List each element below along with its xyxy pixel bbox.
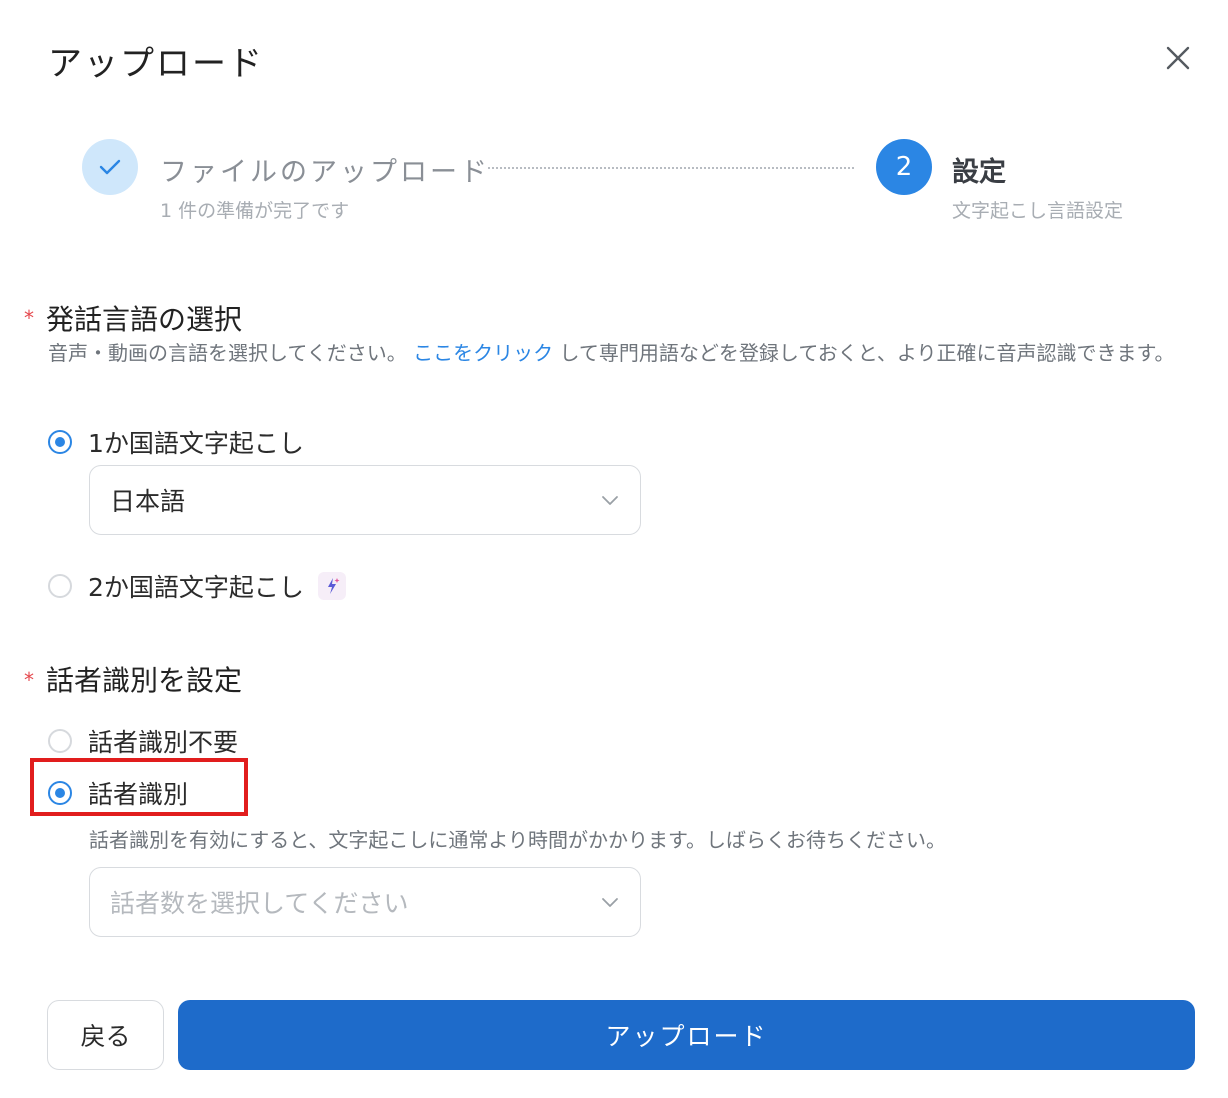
language-section-title: 発話言語の選択 bbox=[46, 303, 243, 336]
upload-button[interactable]: アップロード bbox=[178, 1000, 1195, 1070]
check-icon bbox=[99, 159, 121, 175]
language-select-value: 日本語 bbox=[110, 487, 186, 516]
back-button[interactable]: 戻る bbox=[47, 1000, 164, 1070]
step2-indicator: 2 bbox=[876, 139, 932, 195]
speaker-count-select[interactable]: 話者数を選択してください bbox=[89, 867, 641, 937]
step1-indicator bbox=[82, 139, 138, 195]
step1-title: ファイルのアップロード bbox=[160, 157, 490, 188]
register-terms-link[interactable]: ここをクリック bbox=[413, 341, 553, 365]
radio-single-language[interactable]: 1か国語文字起こし bbox=[48, 424, 304, 460]
chevron-down-icon bbox=[602, 496, 618, 505]
close-button[interactable] bbox=[1160, 40, 1196, 76]
chevron-down-icon bbox=[602, 898, 618, 907]
speaker-count-placeholder: 話者数を選択してください bbox=[110, 889, 409, 918]
step2-title: 設定 bbox=[952, 157, 1006, 188]
step1-subtitle: 1 件の準備が完了です bbox=[160, 200, 350, 222]
speaker-id-hint: 話者識別を有効にすると、文字起こしに通常より時間がかかります。しばらくお待ちくだ… bbox=[89, 828, 946, 852]
radio-button[interactable] bbox=[48, 430, 72, 454]
required-mark: * bbox=[24, 306, 34, 330]
language-select[interactable]: 日本語 bbox=[89, 465, 641, 535]
required-mark: * bbox=[24, 668, 34, 692]
description-text-after: して専門用語などを登録しておくと、より正確に音声認識できます。 bbox=[559, 341, 1175, 365]
radio-label: 2か国語文字起こし bbox=[88, 573, 304, 602]
step-connector bbox=[488, 167, 854, 169]
sparkle-icon bbox=[327, 578, 340, 594]
description-text: 音声・動画の言語を選択してください。 bbox=[48, 341, 407, 365]
radio-label: 話者識別不要 bbox=[88, 728, 239, 757]
language-description: 音声・動画の言語を選択してください。 ここをクリック して専門用語などを登録して… bbox=[48, 338, 1198, 369]
close-icon bbox=[1166, 46, 1190, 70]
speaker-section-title: 話者識別を設定 bbox=[46, 664, 243, 697]
highlight-annotation bbox=[30, 758, 248, 816]
radio-label: 1か国語文字起こし bbox=[88, 429, 304, 458]
radio-button[interactable] bbox=[48, 574, 72, 598]
dialog-title: アップロード bbox=[48, 44, 264, 84]
sparkle-badge bbox=[317, 572, 346, 600]
radio-button[interactable] bbox=[48, 729, 72, 753]
step2-subtitle: 文字起こし言語設定 bbox=[952, 200, 1124, 222]
upload-dialog: アップロード ファイルのアップロード 1 件の準備が完了です 2 設定 文字起こ… bbox=[0, 0, 1228, 1098]
radio-no-speaker-id[interactable]: 話者識別不要 bbox=[48, 723, 238, 759]
radio-two-languages[interactable]: 2か国語文字起こし bbox=[48, 568, 346, 604]
